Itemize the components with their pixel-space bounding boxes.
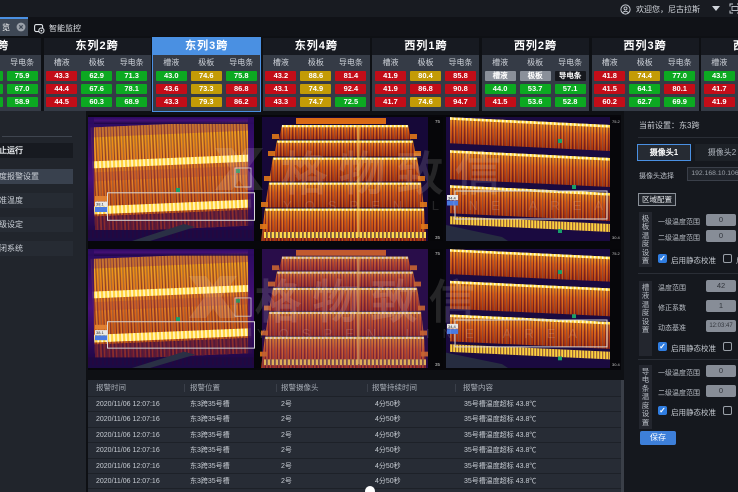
svg-text:格物致信: 格物致信 <box>281 149 513 200</box>
svg-text:格物致信: 格物致信 <box>255 277 487 328</box>
svg-text:YOSPEN LINE AREA: YOSPEN LINE AREA <box>257 326 590 341</box>
svg-text:YOSPEN LINE AREA: YOSPEN LINE AREA <box>283 198 616 213</box>
